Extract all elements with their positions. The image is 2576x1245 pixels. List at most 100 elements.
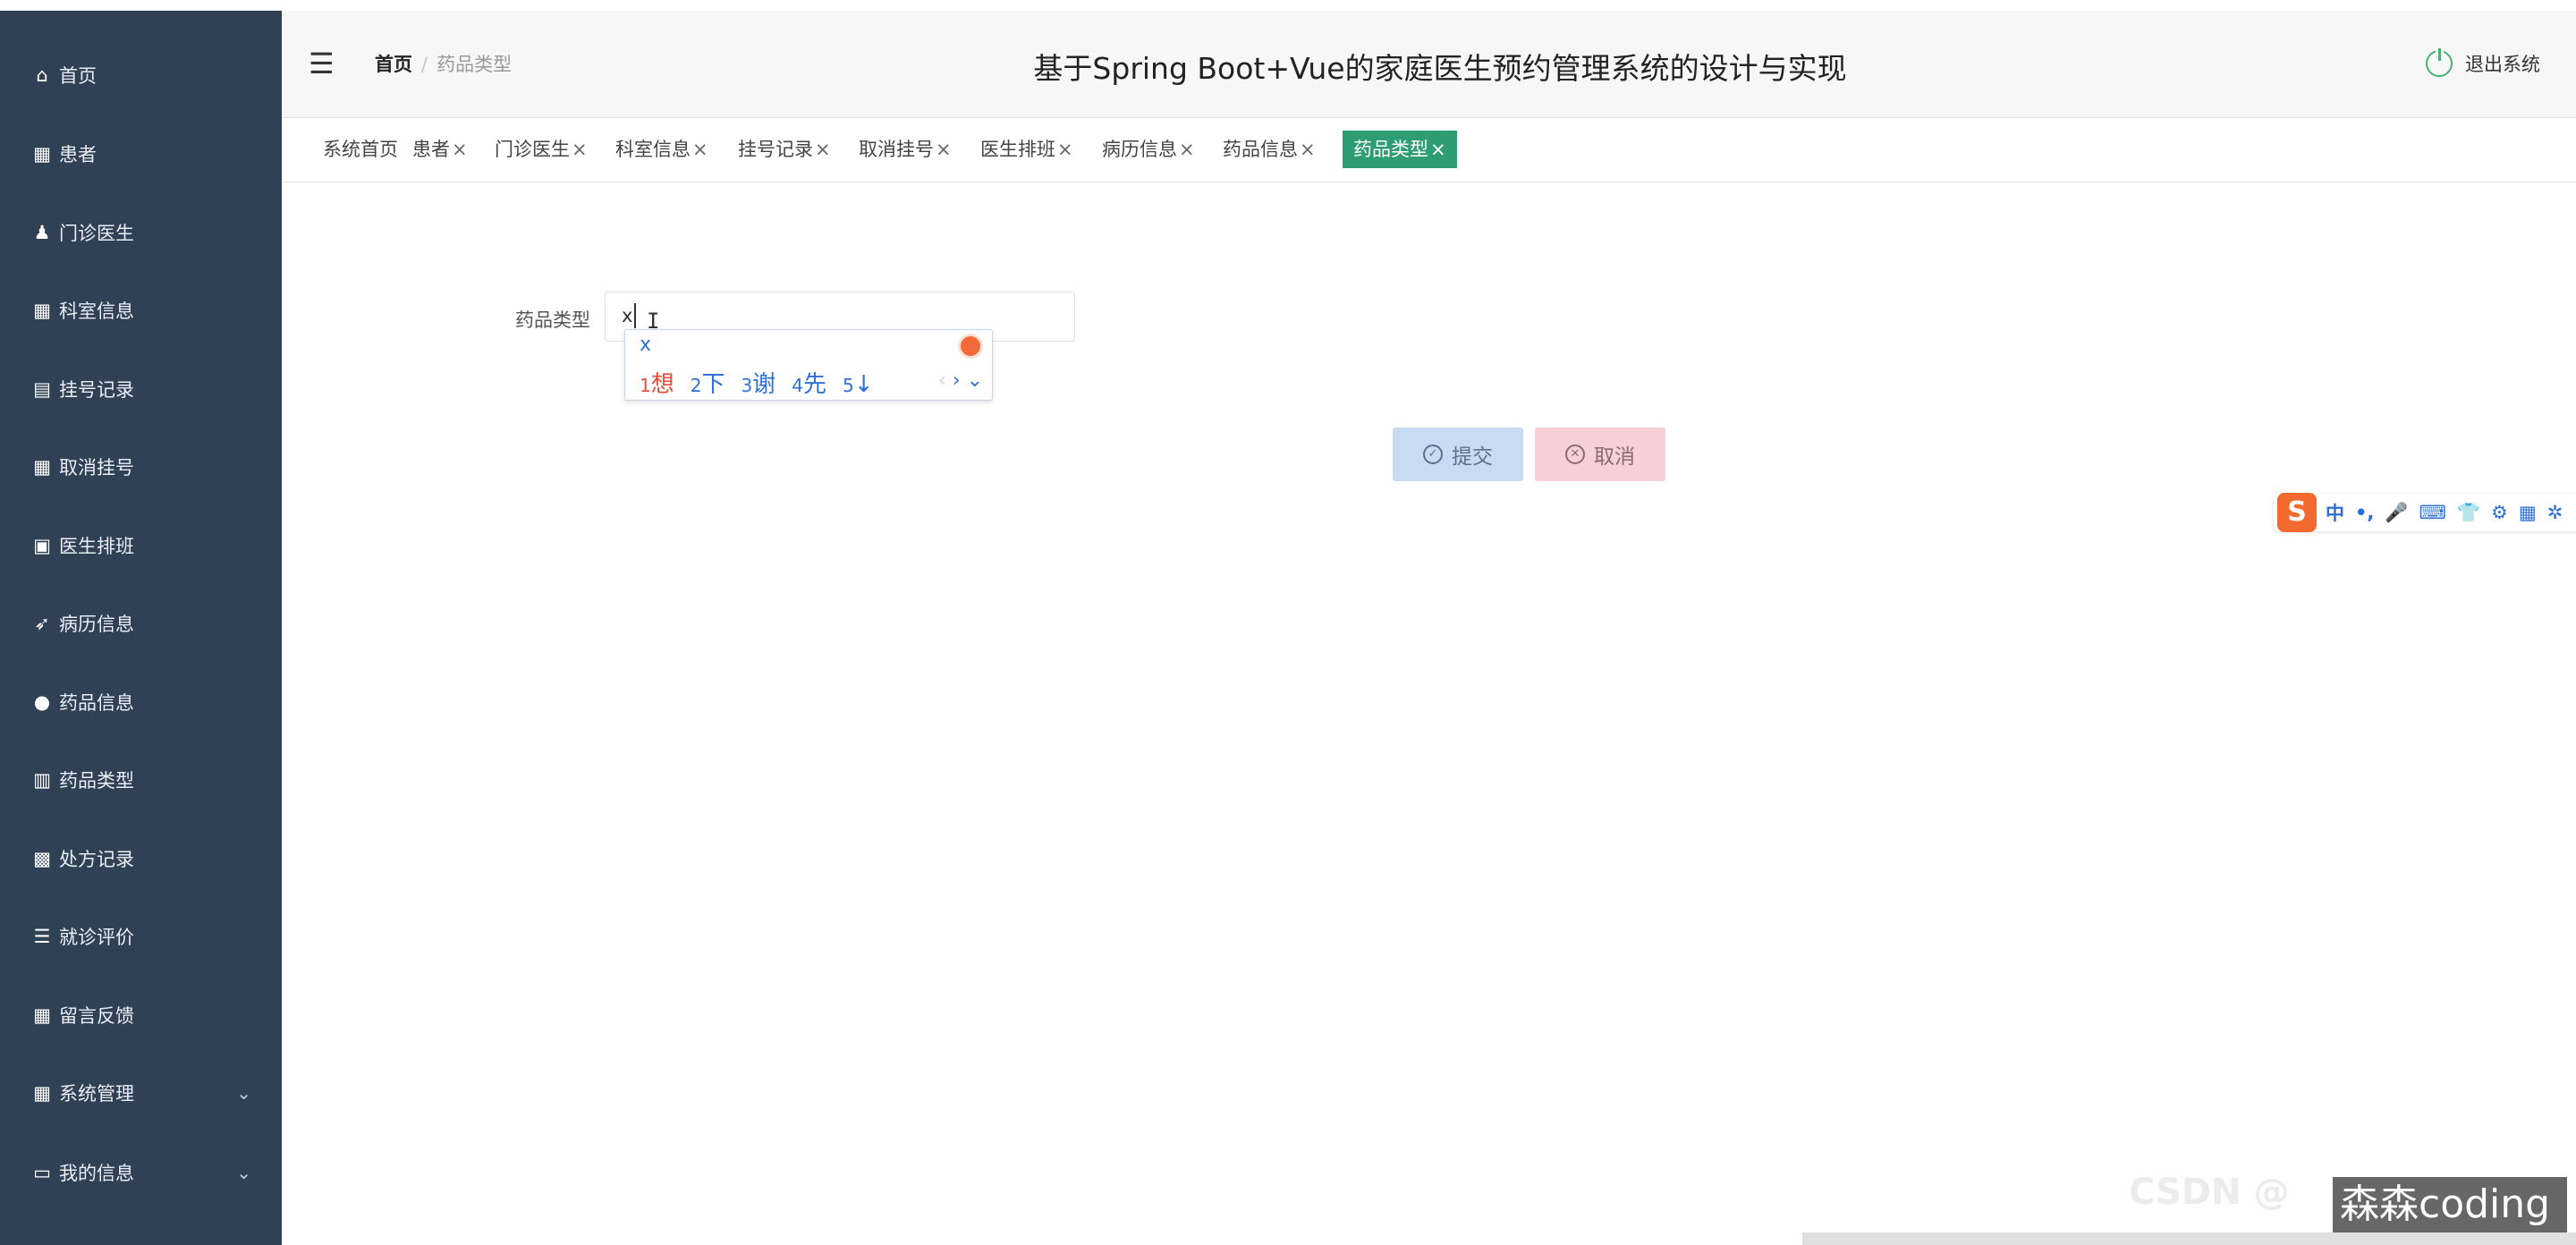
tab-label: 患者 <box>412 139 450 160</box>
sidebar-item-label: 挂号记录 <box>59 379 134 401</box>
ime-candidate[interactable]: 1想 <box>640 371 674 398</box>
cancel-label: 取消 <box>1594 445 1635 469</box>
ime-toolbar: S 中 •, 🎤 ⌨ 👕 ⚙ ▦ ✲ <box>2274 493 2576 532</box>
doctor-icon: ♟ <box>33 222 51 243</box>
ime-candidate[interactable]: 2下 <box>691 371 725 398</box>
sliders-icon: ☰ <box>33 926 51 947</box>
ime-candidate-number: 1 <box>640 375 651 396</box>
tab-label: 门诊医生 <box>495 139 570 160</box>
sidebar-item-11[interactable]: ☰ 就诊评价 <box>0 910 282 963</box>
sidebar-item-label: 就诊评价 <box>59 927 134 948</box>
ime-candidate-text: 先 <box>802 371 826 398</box>
sidebar-item-label: 留言反馈 <box>59 1005 134 1027</box>
sidebar-item-4[interactable]: ▤ 挂号记录 <box>0 362 282 416</box>
tab-1[interactable]: 患者× <box>402 131 479 168</box>
chevron-down-icon[interactable]: ⌄ <box>236 1162 251 1183</box>
tab-8[interactable]: 药品信息× <box>1212 131 1326 168</box>
close-circle-icon: ✕ <box>1565 445 1585 464</box>
sidebar-item-14[interactable]: ▭ 我的信息 ⌄ <box>0 1146 282 1199</box>
sidebar-item-1[interactable]: ▦ 患者 <box>0 127 282 181</box>
tab-0[interactable]: 系统首页 <box>312 131 409 168</box>
sidebar-item-2[interactable]: ♟ 门诊医生 <box>0 206 282 259</box>
sidebar-item-label: 我的信息 <box>59 1163 134 1184</box>
ime-candidate-number: 4 <box>792 375 803 396</box>
grid-icon: ▦ <box>33 300 51 321</box>
sidebar-item-5[interactable]: ▦ 取消挂号 <box>0 440 282 494</box>
close-icon[interactable]: × <box>692 139 708 160</box>
ime-next-page-icon[interactable]: › <box>953 369 961 392</box>
medicine-type-value: x <box>622 305 633 326</box>
tab-label: 系统首页 <box>323 139 398 160</box>
ime-expand-icon[interactable]: ⌄ <box>967 369 983 392</box>
ime-toolbar-icon[interactable]: ⚙ <box>2491 502 2508 523</box>
close-icon[interactable]: × <box>1300 139 1316 160</box>
sidebar-item-10[interactable]: ▩ 处方记录 <box>0 832 282 885</box>
grid-icon: ▦ <box>33 1082 51 1104</box>
sidebar-item-label: 医生排班 <box>59 536 134 557</box>
sidebar-item-label: 科室信息 <box>59 301 134 322</box>
logout-button[interactable]: 退出系统 <box>2426 48 2540 77</box>
tab-label: 药品信息 <box>1223 139 1298 160</box>
ime-candidate-number: 5 <box>843 375 854 396</box>
ime-toolbar-icon[interactable]: ⌨ <box>2419 502 2446 523</box>
tab-4[interactable]: 挂号记录× <box>727 131 842 168</box>
clipboard-icon: ▣ <box>33 535 51 556</box>
sidebar-item-13[interactable]: ▦ 系统管理 ⌄ <box>0 1066 282 1120</box>
sidebar-item-label: 首页 <box>59 65 97 87</box>
sidebar-item-8[interactable]: ● 药品信息 <box>0 675 282 729</box>
sidebar-item-label: 取消挂号 <box>59 457 134 479</box>
ime-toolbar-icon[interactable]: 🎤 <box>2385 502 2408 524</box>
sidebar-item-3[interactable]: ▦ 科室信息 <box>0 284 282 337</box>
ime-toolbar-icon[interactable]: •, <box>2355 502 2374 523</box>
ime-candidate-popup: x 1想 2下 3谢 4先 5↓ ‹ › ⌄ <box>624 329 993 401</box>
close-icon[interactable]: × <box>452 139 468 160</box>
ime-candidate[interactable]: 3谢 <box>741 371 776 398</box>
chevron-down-icon[interactable]: ⌄ <box>236 1082 251 1104</box>
close-icon[interactable]: × <box>815 139 831 160</box>
chart-icon: ▥ <box>33 769 51 791</box>
watermark-ghost: CSDN @ <box>2129 1172 2290 1213</box>
top-header: ☰ 首页 / 药品类型 基于Spring Boot+Vue的家庭医生预约管理系统的设… <box>282 11 2576 118</box>
sidebar-item-7[interactable]: ➶ 病历信息 <box>0 597 282 650</box>
ime-prev-page-icon[interactable]: ‹ <box>938 369 946 392</box>
table-icon: ▩ <box>33 848 51 869</box>
sidebar-item-6[interactable]: ▣ 医生排班 <box>0 519 282 572</box>
ime-candidate[interactable]: 5↓ <box>843 371 874 398</box>
submit-button[interactable]: ✓ 提交 <box>1393 428 1523 481</box>
sidebar-item-label: 药品类型 <box>59 770 134 792</box>
close-icon[interactable]: × <box>1179 139 1195 160</box>
sogou-logo-icon[interactable]: S <box>2277 493 2317 532</box>
ime-mode-toggle[interactable]: 中 <box>2326 499 2344 526</box>
cancel-button[interactable]: ✕ 取消 <box>1535 428 1665 481</box>
tab-5[interactable]: 取消挂号× <box>848 131 962 168</box>
ime-candidate-list: 1想 2下 3谢 4先 5↓ <box>640 366 890 399</box>
home-icon: ⌂ <box>36 64 48 86</box>
sidebar-item-12[interactable]: ▦ 留言反馈 <box>0 988 282 1042</box>
close-icon[interactable]: × <box>572 139 588 160</box>
tab-9[interactable]: 药品类型× <box>1343 131 1457 168</box>
ime-toolbar-icon[interactable]: 👕 <box>2457 502 2480 524</box>
page-title: 基于Spring Boot+Vue的家庭医生预约管理系统的设计与实现 <box>1033 51 1847 86</box>
tab-label: 科室信息 <box>615 139 691 160</box>
close-icon[interactable]: × <box>1430 139 1446 160</box>
ime-candidate-text: 想 <box>650 371 674 398</box>
tab-label: 医生排班 <box>980 139 1055 160</box>
ime-candidate-number: 2 <box>690 375 702 396</box>
comment-icon: ▤ <box>33 378 51 400</box>
ime-toolbar-icon[interactable]: ▦ <box>2519 502 2537 523</box>
sidebar-item-0[interactable]: ⌂ 首页 <box>0 48 282 102</box>
ime-skin-icon[interactable] <box>958 334 983 359</box>
ime-nav: ‹ › ⌄ <box>938 369 983 392</box>
tab-3[interactable]: 科室信息× <box>605 131 719 168</box>
tab-label: 取消挂号 <box>859 139 934 160</box>
tab-6[interactable]: 医生排班× <box>970 131 1084 168</box>
tab-2[interactable]: 门诊医生× <box>484 131 598 168</box>
ime-candidate[interactable]: 4先 <box>792 371 826 398</box>
check-circle-icon: ✓ <box>1423 445 1443 464</box>
sidebar-item-9[interactable]: ▥ 药品类型 <box>0 753 282 807</box>
close-icon[interactable]: × <box>936 139 952 160</box>
ime-toolbar-icon[interactable]: ✲ <box>2547 502 2563 523</box>
watermark: 森森coding <box>2333 1177 2567 1232</box>
tab-7[interactable]: 病历信息× <box>1091 131 1206 168</box>
close-icon[interactable]: × <box>1057 139 1073 160</box>
